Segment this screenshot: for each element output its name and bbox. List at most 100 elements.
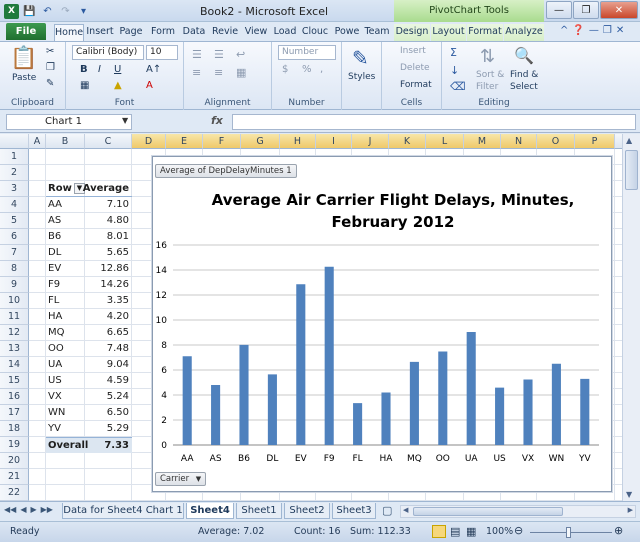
- fill-icon[interactable]: ↓: [450, 64, 459, 77]
- insert-cells-button[interactable]: Insert: [400, 46, 426, 56]
- font-name-combo[interactable]: Calibri (Body): [72, 45, 144, 60]
- pivot-row[interactable]: WN 6.50: [46, 405, 132, 421]
- close-icon[interactable]: ✕: [600, 1, 638, 19]
- zoom-slider-track[interactable]: [530, 532, 612, 533]
- select-all-corner[interactable]: [0, 134, 29, 149]
- row-header[interactable]: 5: [0, 213, 29, 229]
- row-header[interactable]: 21: [0, 469, 29, 485]
- column-header[interactable]: F: [203, 134, 241, 149]
- next-sheet-icon[interactable]: ▶: [30, 505, 36, 514]
- pivot-row[interactable]: AS 4.80: [46, 213, 132, 229]
- column-header[interactable]: H: [280, 134, 316, 149]
- tab-insert[interactable]: Insert: [86, 24, 114, 41]
- scroll-right-icon[interactable]: ▶: [628, 506, 633, 514]
- axis-field-button[interactable]: Carrier ▼: [155, 472, 207, 486]
- sheet-tab[interactable]: Sheet3: [332, 503, 376, 519]
- font-size-combo[interactable]: 10: [146, 45, 178, 60]
- row-header[interactable]: 3: [0, 181, 29, 197]
- comma-button[interactable]: ,: [320, 64, 323, 75]
- tab-home[interactable]: Home: [54, 24, 84, 41]
- restore-icon[interactable]: ❐: [573, 1, 599, 19]
- last-sheet-icon[interactable]: ▶▶: [41, 505, 53, 514]
- row-header[interactable]: 11: [0, 309, 29, 325]
- zoom-in-icon[interactable]: ⊕: [614, 524, 623, 537]
- wrap-text-icon[interactable]: ↩: [236, 48, 245, 61]
- column-header[interactable]: E: [166, 134, 203, 149]
- align-center-icon[interactable]: ≡: [214, 66, 223, 79]
- redo-icon[interactable]: ↷: [58, 4, 73, 19]
- italic-button[interactable]: I: [98, 64, 101, 75]
- sort-button[interactable]: Sort &: [476, 70, 504, 80]
- bold-button[interactable]: B: [80, 64, 88, 75]
- minimize-ribbon-icon[interactable]: ^: [560, 25, 568, 36]
- excel-logo-icon[interactable]: X: [4, 3, 19, 19]
- pivot-row[interactable]: YV 5.29: [46, 421, 132, 437]
- merge-icon[interactable]: ▦: [236, 66, 246, 79]
- align-top-icon[interactable]: ☰: [192, 48, 202, 61]
- underline-button[interactable]: U: [114, 64, 121, 75]
- row-header[interactable]: 12: [0, 325, 29, 341]
- clear-icon[interactable]: ⌫: [450, 80, 466, 93]
- doc-minimize-icon[interactable]: —: [589, 25, 599, 36]
- row-header[interactable]: 15: [0, 373, 29, 389]
- first-sheet-icon[interactable]: ◀◀: [4, 505, 16, 514]
- tab-file[interactable]: File: [6, 23, 46, 40]
- tab-format[interactable]: Format: [467, 24, 503, 41]
- tab-review[interactable]: Revie: [210, 24, 240, 41]
- format-cells-button[interactable]: Format: [400, 80, 432, 90]
- row-header[interactable]: 9: [0, 277, 29, 293]
- scroll-up-icon[interactable]: ▲: [626, 136, 632, 145]
- column-header[interactable]: I: [316, 134, 352, 149]
- tab-power[interactable]: Powe: [332, 24, 362, 41]
- borders-icon[interactable]: ▦: [80, 80, 89, 91]
- doc-close-icon[interactable]: ✕: [616, 25, 624, 36]
- autosum-icon[interactable]: Σ: [450, 46, 457, 59]
- name-box-dropdown-icon[interactable]: ▼: [122, 116, 128, 125]
- sheet-tab[interactable]: Sheet2: [284, 503, 330, 519]
- font-color-icon[interactable]: A: [146, 80, 153, 91]
- pivot-row[interactable]: UA 9.04: [46, 357, 132, 373]
- axis-field-dropdown-icon[interactable]: ▼: [196, 475, 201, 483]
- undo-icon[interactable]: ↶: [40, 4, 55, 19]
- customize-qat-icon[interactable]: ▾: [76, 4, 91, 19]
- column-header[interactable]: O: [537, 134, 575, 149]
- column-header[interactable]: A: [29, 134, 46, 149]
- zoom-level[interactable]: 100%: [486, 526, 513, 537]
- insert-sheet-icon[interactable]: ▢: [382, 504, 392, 517]
- column-header[interactable]: D: [132, 134, 166, 149]
- row-header[interactable]: 19: [0, 437, 29, 453]
- row-header[interactable]: 17: [0, 405, 29, 421]
- hscroll-thumb[interactable]: [413, 507, 563, 516]
- sheet-tab[interactable]: Data for Sheet4 Chart 1: [62, 503, 184, 519]
- help-icon[interactable]: ❓: [572, 25, 584, 36]
- insert-function-button[interactable]: fx: [211, 114, 223, 127]
- pivot-row[interactable]: B6 8.01: [46, 229, 132, 245]
- pivot-row[interactable]: OO 7.48: [46, 341, 132, 357]
- select-button[interactable]: Select: [510, 82, 538, 92]
- column-header[interactable]: B: [46, 134, 85, 149]
- row-header[interactable]: 22: [0, 485, 29, 501]
- format-painter-icon[interactable]: ✎: [46, 78, 54, 89]
- row-header[interactable]: 1: [0, 149, 29, 165]
- find-button[interactable]: Find &: [510, 70, 538, 80]
- scroll-down-icon[interactable]: ▼: [626, 490, 632, 499]
- scroll-left-icon[interactable]: ◀: [403, 506, 408, 514]
- tab-design[interactable]: Design: [394, 24, 430, 41]
- doc-restore-icon[interactable]: ❐: [603, 25, 612, 36]
- tab-load[interactable]: Load: [272, 24, 298, 41]
- row-header[interactable]: 13: [0, 341, 29, 357]
- tab-formulas[interactable]: Form: [148, 24, 178, 41]
- column-header[interactable]: K: [389, 134, 426, 149]
- row-header[interactable]: 6: [0, 229, 29, 245]
- row-labels-header[interactable]: Row: [48, 181, 72, 197]
- row-header[interactable]: 7: [0, 245, 29, 261]
- percent-button[interactable]: %: [302, 64, 312, 75]
- row-header[interactable]: 4: [0, 197, 29, 213]
- pivot-row[interactable]: VX 5.24: [46, 389, 132, 405]
- scroll-thumb[interactable]: [625, 150, 638, 190]
- cut-icon[interactable]: ✂: [46, 46, 54, 57]
- row-header[interactable]: 14: [0, 357, 29, 373]
- pivot-chart[interactable]: Average Air Carrier Flight Delays, Minut…: [152, 156, 612, 492]
- sheet-tab[interactable]: Sheet1: [236, 503, 282, 519]
- save-icon[interactable]: 💾: [22, 4, 37, 19]
